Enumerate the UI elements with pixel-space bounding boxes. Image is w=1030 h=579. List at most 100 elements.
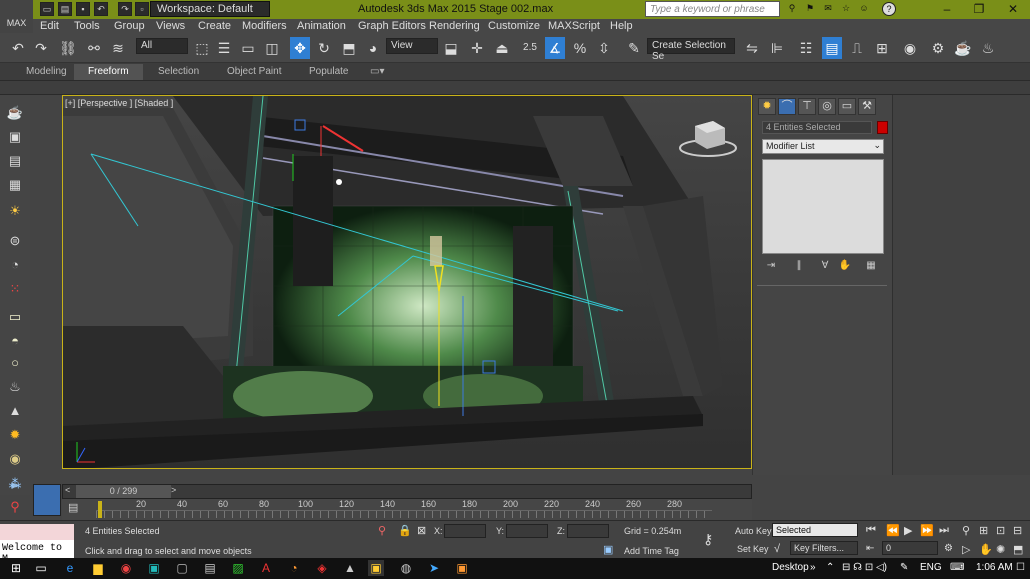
new-file-icon[interactable]: ▭	[40, 2, 54, 16]
utilities-tab-icon[interactable]: ⚒	[858, 98, 876, 115]
cone-icon[interactable]: ▲	[5, 401, 25, 421]
render-icon[interactable]: ▣	[5, 127, 25, 147]
pan-icon[interactable]: ✋	[979, 543, 993, 556]
teapot-icon[interactable]: ☕	[5, 103, 25, 123]
zoom-extents-all-icon[interactable]: ⊟	[1013, 524, 1022, 537]
chrome-icon[interactable]: ◉	[118, 560, 134, 576]
photos-icon[interactable]: ▲	[342, 560, 358, 576]
app-icon[interactable]: ▤	[202, 560, 218, 576]
menu-create[interactable]: Create	[198, 20, 231, 32]
go-to-start-icon[interactable]: ⏮	[866, 524, 876, 537]
time-slider[interactable]: < 0 / 299 >	[62, 484, 752, 499]
graphite-ribbon-icon[interactable]: ▤	[822, 37, 842, 59]
key-icon[interactable]: ⚷	[703, 531, 713, 548]
pin-icon[interactable]: ⚲	[3, 499, 27, 517]
zoom-all-icon[interactable]: ⊞	[979, 524, 988, 537]
reference-coordinate-dropdown[interactable]: View	[386, 38, 438, 54]
menu-group[interactable]: Group	[114, 20, 145, 32]
menu-modifiers[interactable]: Modifiers	[242, 20, 287, 32]
display-tab-icon[interactable]: ▭	[838, 98, 856, 115]
hierarchy-tab-icon[interactable]: ⊤	[798, 98, 816, 115]
curve-editor-icon[interactable]: ⎍	[847, 37, 867, 59]
mirror-icon[interactable]: ⇋	[742, 37, 762, 59]
disc-icon[interactable]: ◉	[5, 449, 25, 469]
next-frame-icon[interactable]: >	[171, 485, 176, 495]
absolute-mode-icon[interactable]: ⊠	[417, 524, 426, 537]
grid-icon[interactable]: ▦	[5, 175, 25, 195]
add-time-tag[interactable]: Add Time Tag	[624, 546, 679, 556]
tab-object-paint[interactable]: Object Paint	[227, 66, 281, 77]
field-of-view-icon[interactable]: ▷	[962, 543, 970, 556]
snaps-toggle[interactable]: 2.5	[520, 37, 540, 59]
rectangle-selection-icon[interactable]: ▭	[238, 37, 258, 59]
app-icon[interactable]: ◍	[398, 560, 414, 576]
make-unique-icon[interactable]: ∀	[817, 260, 833, 274]
app-icon[interactable]: ▣	[454, 560, 470, 576]
key-mode-dropdown[interactable]: Selected	[772, 523, 858, 537]
undo-icon[interactable]: ↶	[8, 37, 28, 59]
select-and-move-icon[interactable]: ✥	[290, 37, 310, 59]
redo-icon[interactable]: ↷	[31, 37, 51, 59]
app-icon[interactable]: ◈	[314, 560, 330, 576]
redo-icon[interactable]: ↷	[118, 2, 132, 16]
pen-icon[interactable]: ✎	[900, 562, 908, 573]
zoom-extents-icon[interactable]: ⊡	[996, 524, 1005, 537]
tab-freeform[interactable]: Freeform	[74, 64, 143, 80]
go-to-end-icon[interactable]: ⏭	[939, 524, 949, 537]
acrobat-icon[interactable]: A	[258, 560, 274, 576]
key-mode-toggle-icon[interactable]: ⇤	[866, 543, 874, 554]
tab-populate[interactable]: Populate	[309, 66, 348, 77]
subscription-icon[interactable]: ⚑	[803, 2, 817, 16]
track-bar[interactable]: ▤ 20 40 60 80 100 120 140 160 180 200 22…	[62, 499, 752, 520]
select-by-name-icon[interactable]: ☰	[214, 37, 234, 59]
isolate-icon[interactable]: ⚲	[378, 524, 386, 537]
menu-customize[interactable]: Customize	[488, 20, 540, 32]
prev-frame-icon[interactable]: <	[65, 485, 70, 495]
start-icon[interactable]: ⊞	[8, 560, 24, 576]
named-selection-set-dropdown[interactable]: Create Selection Se	[647, 38, 735, 62]
dots-icon[interactable]: ⁙	[5, 279, 25, 299]
z-coordinate-field[interactable]	[567, 524, 609, 538]
time-slider-thumb[interactable]: 0 / 299	[76, 485, 171, 498]
maximize-viewport-icon[interactable]: ⬒	[1013, 543, 1023, 556]
app-icon[interactable]: ▨	[230, 560, 246, 576]
workspace-dropdown[interactable]: Workspace: Default	[150, 1, 270, 17]
layer-manager-icon[interactable]: ☷	[796, 37, 816, 59]
pivot-center-icon[interactable]: ⬓	[441, 37, 461, 59]
notifications-icon[interactable]: ☐	[1016, 562, 1025, 573]
show-hidden-icons[interactable]: ⌃	[826, 562, 834, 573]
bind-space-warp-icon[interactable]: ≋	[108, 37, 128, 59]
tray-icons[interactable]: ⊟ ☊ ⊡ ◁)	[842, 562, 887, 573]
zoom-icon[interactable]: ⚲	[962, 524, 970, 537]
open-file-icon[interactable]: ▤	[58, 2, 72, 16]
spinner-snap-icon[interactable]: ⇳	[594, 37, 614, 59]
window-crossing-icon[interactable]: ◫	[262, 37, 282, 59]
mini-listener-icon[interactable]	[33, 484, 61, 516]
schematic-view-icon[interactable]: ⊞	[872, 37, 892, 59]
perspective-viewport[interactable]: [+] [Perspective ] [Shaded ]	[62, 95, 752, 469]
tab-modeling[interactable]: Modeling	[26, 66, 67, 77]
set-key-button[interactable]: Set Key	[737, 544, 769, 554]
show-end-result-icon[interactable]: ∥	[791, 260, 807, 274]
minimize-icon[interactable]: –	[930, 0, 964, 19]
sun-icon[interactable]: ✹	[5, 425, 25, 445]
modifier-stack[interactable]	[762, 159, 884, 254]
rendered-frame-icon[interactable]: ☕	[953, 37, 973, 59]
sign-in-icon[interactable]: ☺	[857, 2, 871, 16]
project-icon[interactable]: ▫	[135, 2, 149, 16]
ribbon-options-icon[interactable]: ▭▾	[370, 66, 384, 77]
render-setup-icon[interactable]: ⚙	[928, 37, 948, 59]
help-icon[interactable]: ?	[882, 2, 896, 16]
restore-icon[interactable]: ❐	[962, 0, 996, 19]
current-frame-marker[interactable]	[98, 501, 102, 518]
app-icon[interactable]: ◔	[286, 560, 302, 576]
object-name-field[interactable]: 4 Entities Selected	[762, 121, 872, 134]
hemisphere-icon[interactable]: ◓	[5, 331, 25, 351]
menu-edit[interactable]: Edit	[40, 20, 59, 32]
edge-icon[interactable]: e	[62, 560, 78, 576]
create-tab-icon[interactable]: ✹	[758, 98, 776, 115]
x-coordinate-field[interactable]	[444, 524, 486, 538]
particle-icon[interactable]: ⁂	[3, 476, 27, 494]
manipulate-icon[interactable]: ✛	[467, 37, 487, 59]
menu-tools[interactable]: Tools	[74, 20, 100, 32]
